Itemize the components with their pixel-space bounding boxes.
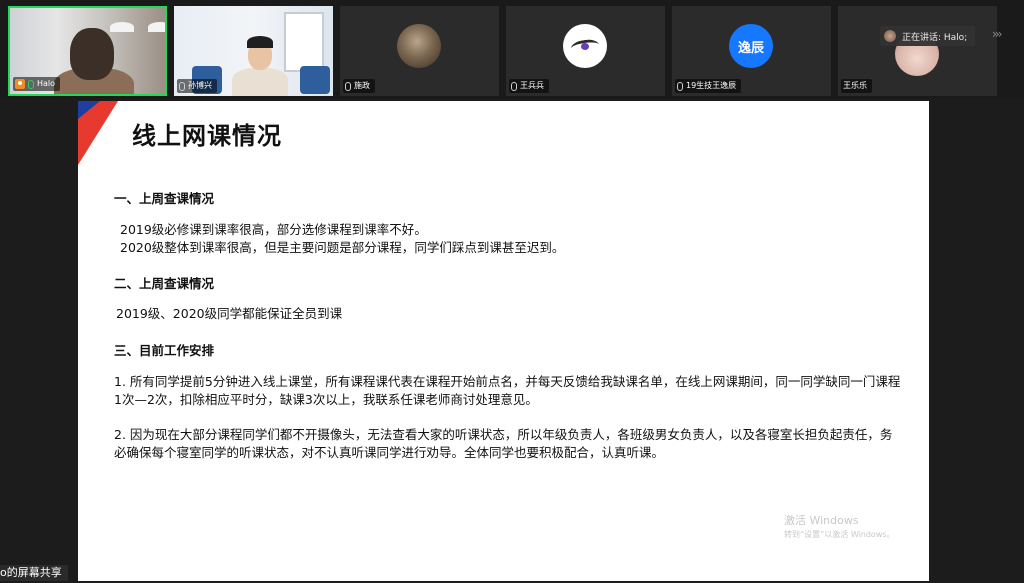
chair-decor <box>300 66 330 94</box>
work-item: 2. 因为现在大部分课程同学们都不开摄像头，无法查看大家的听课状态，所以年级负责… <box>114 427 893 460</box>
video-tile-sun[interactable]: 孙博兴 <box>174 6 333 96</box>
participant-nameplate: 王兵兵 <box>509 79 549 93</box>
microphone-icon <box>28 79 34 89</box>
video-tile-halo[interactable]: Halo <box>8 6 167 96</box>
video-tile-shi[interactable]: 施政 <box>340 6 499 96</box>
section-paragraph: 2019级必修课到课率很高，部分选修课程到课率不好。 2020级整体到课率很高，… <box>120 221 564 257</box>
participant-name: 孙博兴 <box>188 81 212 90</box>
section-heading: 一、上周查课情况 <box>114 191 215 206</box>
participant-video <box>70 28 114 80</box>
participant-video <box>247 36 273 48</box>
video-tile-wang-bingbing[interactable]: 王兵兵 <box>506 6 665 96</box>
microphone-muted-icon <box>511 81 517 91</box>
watermark-line: 转到“设置”以激活 Windows。 <box>784 530 895 539</box>
share-gutter-left <box>0 101 78 581</box>
lamp-decor <box>110 22 134 32</box>
section-heading: 二、上周查课情况 <box>114 276 215 291</box>
section-heading: 三、目前工作安排 <box>114 343 215 358</box>
speaking-text: 正在讲话: Halo; <box>902 32 968 43</box>
shared-slide: 线上网课情况 一、上周查课情况 2019级必修课到课率很高，部分选修课程到课率不… <box>78 101 929 581</box>
participant-nameplate: 施政 <box>343 79 375 93</box>
microphone-muted-icon <box>345 81 351 91</box>
participant-name: Halo <box>37 79 56 88</box>
share-gutter-right <box>929 101 1024 581</box>
lamp-decor <box>148 22 165 32</box>
chevron-right-icon[interactable]: ››› <box>992 27 1003 41</box>
participant-nameplate: 王乐乐 <box>841 79 872 93</box>
participant-nameplate: 孙博兴 <box>177 79 217 93</box>
text-avatar: 逸辰 <box>729 24 773 68</box>
participant-nameplate: 19生技王逸辰 <box>675 79 742 93</box>
participant-name: 19生技王逸辰 <box>686 81 737 90</box>
work-item: 1. 所有同学提前5分钟进入线上课堂，所有课程课代表在课程开始前点名，并每天反馈… <box>114 374 901 407</box>
microphone-muted-icon <box>179 81 185 91</box>
video-tile-wang-yichen[interactable]: 逸辰 19生技王逸辰 <box>672 6 831 96</box>
watermark-line: 激活 Windows <box>784 514 859 527</box>
microphone-muted-icon <box>677 81 683 91</box>
participant-name: 施政 <box>354 81 370 90</box>
speaking-indicator: 正在讲话: Halo; <box>880 26 976 46</box>
screen-share-label: o的屏幕共享 <box>0 565 68 581</box>
participant-nameplate: Halo <box>13 77 61 91</box>
host-icon <box>15 79 25 89</box>
section-paragraph: 2019级、2020级同学都能保证全员到课 <box>116 306 343 321</box>
meeting-window: Halo 孙博兴 施政 王兵兵 逸辰 19生技王逸辰 王乐乐 正在讲话: Hal… <box>0 0 1024 583</box>
eye-avatar <box>563 24 607 68</box>
slide-corner-decor <box>78 101 100 119</box>
speaker-avatar <box>884 30 896 42</box>
participant-video <box>232 68 288 96</box>
participant-name: 王兵兵 <box>520 81 544 90</box>
activation-watermark: 激活 Windows 转到“设置”以激活 Windows。 <box>784 512 895 540</box>
paragraph-line: 2019级必修课到课率很高，部分选修课程到课率不好。 <box>120 222 427 237</box>
video-strip: Halo 孙博兴 施政 王兵兵 逸辰 19生技王逸辰 王乐乐 正在讲话: Hal… <box>0 0 1024 98</box>
video-tile-wang-lele[interactable]: 王乐乐 <box>838 6 997 96</box>
window-decor <box>284 12 324 72</box>
slide-title: 线上网课情况 <box>132 122 282 150</box>
participant-name: 王乐乐 <box>843 81 867 90</box>
cat-avatar <box>397 24 441 68</box>
paragraph-line: 2020级整体到课率很高，但是主要问题是部分课程，同学们踩点到课甚至迟到。 <box>120 240 565 255</box>
